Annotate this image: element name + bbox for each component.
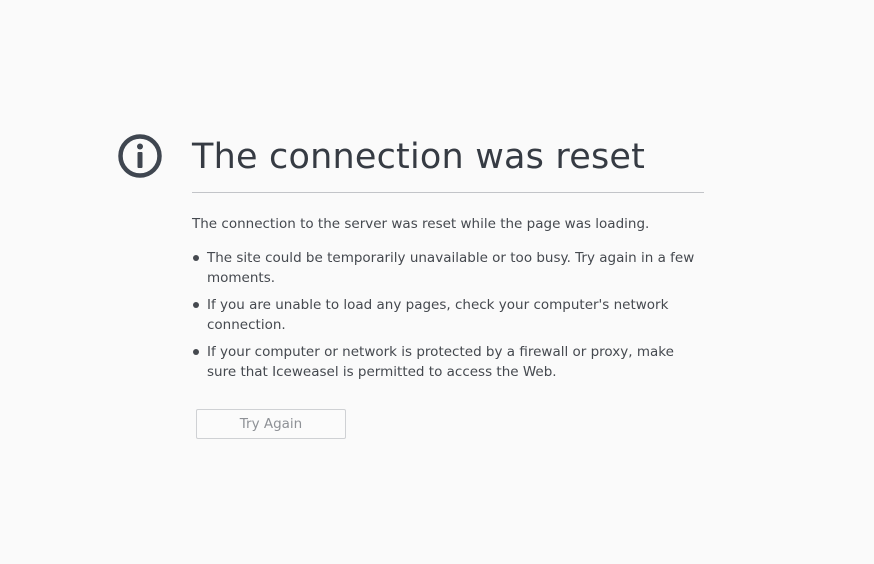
bullet-icon bbox=[193, 255, 199, 261]
try-again-button[interactable]: Try Again bbox=[196, 409, 346, 439]
reason-item: If you are unable to load any pages, che… bbox=[192, 295, 704, 335]
error-title: The connection was reset bbox=[192, 137, 646, 177]
reason-text: If your computer or network is protected… bbox=[207, 344, 674, 380]
bullet-icon bbox=[193, 349, 199, 355]
reason-item: The site could be temporarily unavailabl… bbox=[192, 248, 704, 288]
error-page: The connection was reset The connection … bbox=[0, 0, 874, 564]
bullet-icon bbox=[193, 302, 199, 308]
reason-item: If your computer or network is protected… bbox=[192, 342, 704, 382]
reasons-list: The site could be temporarily unavailabl… bbox=[192, 248, 704, 382]
error-description: The connection to the server was reset w… bbox=[192, 216, 650, 232]
info-icon bbox=[118, 134, 162, 178]
title-divider bbox=[192, 192, 704, 193]
reason-text: The site could be temporarily unavailabl… bbox=[207, 250, 695, 286]
error-content: The connection was reset The connection … bbox=[192, 132, 704, 389]
reason-text: If you are unable to load any pages, che… bbox=[207, 297, 669, 333]
